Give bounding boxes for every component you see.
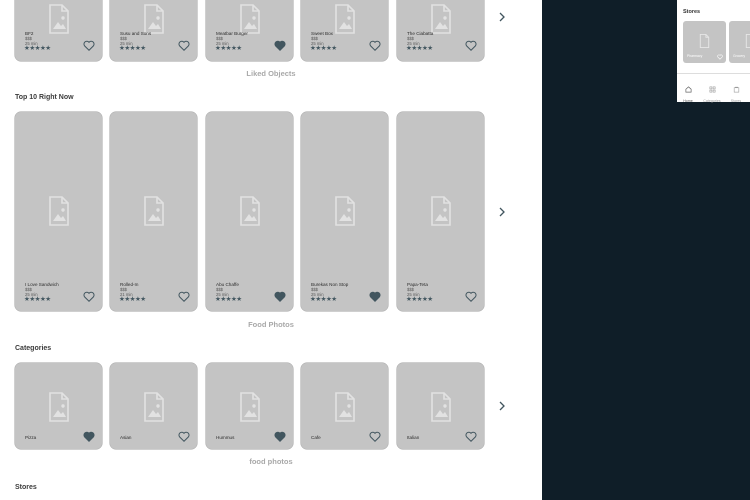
phone-tab-categories[interactable]: Categories	[701, 80, 723, 103]
rating-stars: ★★★★★	[406, 44, 433, 52]
restaurant-card[interactable]: Susu and Sons $$$ 25 min ★★★★★	[110, 0, 197, 61]
card-name: Cafe	[311, 435, 321, 440]
food-photos-lower-caption: food photos	[249, 457, 293, 466]
image-placeholder-icon	[240, 196, 260, 226]
rating-stars: ★★★★★	[310, 44, 337, 52]
heart-icon[interactable]	[274, 431, 286, 442]
home-icon	[685, 86, 691, 93]
heart-icon[interactable]	[465, 40, 477, 51]
image-placeholder-icon	[49, 392, 69, 422]
phone-tab-label: Categories	[703, 99, 721, 103]
image-placeholder-icon	[335, 196, 355, 226]
restaurant-card[interactable]: Asian	[110, 363, 197, 449]
card-name: Hummus	[216, 435, 235, 440]
top10-section-title: Top 10 Right Now	[15, 94, 74, 101]
heart-icon[interactable]	[369, 431, 381, 442]
restaurant-card[interactable]: The Ciabatta $$$ 25 min ★★★★★	[397, 0, 484, 61]
restaurant-card[interactable]: Burekas Non Stop $$$ 25 min ★★★★★	[301, 112, 388, 311]
restaurant-card[interactable]: I Love Sandwich $$$ 25 min ★★★★★	[15, 112, 102, 311]
phone-store-name: Grocery	[733, 54, 746, 58]
image-placeholder-icon	[49, 4, 69, 34]
food-photos-caption: Food Photos	[248, 320, 294, 329]
rating-stars: ★★★★★	[119, 295, 146, 303]
phone-store-name: Pharmacy	[687, 54, 703, 58]
card-name: Asian	[120, 435, 132, 440]
rating-stars: ★★★★★	[24, 295, 51, 303]
image-placeholder-icon	[335, 4, 355, 34]
card-name: Italian	[407, 435, 420, 440]
phone-store-card[interactable]: Grocery	[729, 21, 750, 63]
image-placeholder-icon	[49, 196, 69, 226]
rating-stars: ★★★★★	[215, 44, 242, 52]
image-placeholder-icon	[431, 196, 451, 226]
heart-icon[interactable]	[465, 291, 477, 302]
rating-stars: ★★★★★	[310, 295, 337, 303]
phone-store-card[interactable]: Pharmacy	[683, 21, 726, 63]
heart-icon[interactable]	[178, 40, 190, 51]
heart-icon[interactable]	[178, 291, 190, 302]
heart-icon[interactable]	[274, 291, 286, 302]
phone-tab-stores[interactable]: Stores	[725, 80, 747, 103]
heart-icon[interactable]	[83, 40, 95, 51]
heart-icon[interactable]	[178, 431, 190, 442]
store-icon	[733, 86, 739, 93]
image-placeholder-icon	[144, 196, 164, 226]
heart-icon[interactable]	[369, 291, 381, 302]
heart-icon[interactable]	[465, 431, 477, 442]
phone-tab-label: Stores	[730, 99, 742, 103]
restaurant-card[interactable]: Sweet Box $$$ 25 min ★★★★★	[301, 0, 388, 61]
restaurant-card[interactable]: Papa-Teta $$$ 25 min ★★★★★	[397, 112, 484, 311]
heart-icon[interactable]	[83, 291, 95, 302]
heart-icon[interactable]	[717, 54, 723, 60]
image-placeholder-icon	[144, 392, 164, 422]
phone-tab-home[interactable]: Home	[677, 80, 699, 103]
image-placeholder-icon	[335, 392, 355, 422]
restaurant-card[interactable]: Hummus	[206, 363, 293, 449]
phone-preview: Stores Pharmacy Grocery Home Categories …	[677, 0, 750, 103]
phone-tab-bar: Home Categories Stores	[677, 73, 750, 103]
rating-stars: ★★★★★	[215, 295, 242, 303]
restaurant-card[interactable]: BF2 $$$ 25 min ★★★★★	[15, 0, 102, 61]
liked-objects-caption: Liked Objects	[246, 69, 296, 78]
heart-icon[interactable]	[274, 40, 286, 51]
restaurant-card[interactable]: Pizza	[15, 363, 102, 449]
rating-stars: ★★★★★	[24, 44, 51, 52]
chevron-right-icon[interactable]	[498, 207, 506, 217]
image-placeholder-icon	[144, 4, 164, 34]
restaurant-card[interactable]: Abu Chaffe $$$ 25 min ★★★★★	[206, 112, 293, 311]
image-placeholder-icon	[431, 392, 451, 422]
restaurant-card[interactable]: Italian	[397, 363, 484, 449]
chevron-right-icon[interactable]	[498, 12, 506, 22]
stores-section-title: Stores	[15, 484, 37, 491]
image-placeholder-icon	[240, 4, 260, 34]
phone-tab-label: Home	[683, 99, 693, 103]
heart-icon[interactable]	[369, 40, 381, 51]
heart-icon[interactable]	[83, 431, 95, 442]
rating-stars: ★★★★★	[119, 44, 146, 52]
restaurant-card[interactable]: Rolled-In $$$ 21 min ★★★★★	[110, 112, 197, 311]
image-placeholder-icon	[699, 34, 710, 48]
restaurant-card[interactable]: Cafe	[301, 363, 388, 449]
chevron-right-icon[interactable]	[498, 401, 506, 411]
image-placeholder-icon	[240, 392, 260, 422]
design-canvas: Liked Objects Top 10 Right Now Food Phot…	[0, 0, 542, 500]
phone-stores-title: Stores	[683, 9, 701, 15]
rating-stars: ★★★★★	[406, 295, 433, 303]
grid-icon	[709, 86, 715, 93]
image-placeholder-icon	[745, 34, 750, 48]
restaurant-card[interactable]: Meatbar Burger $$$ 25 min ★★★★★	[206, 0, 293, 61]
card-name: Pizza	[25, 435, 37, 440]
categories-section-title: Categories	[15, 345, 52, 352]
image-placeholder-icon	[431, 4, 451, 34]
